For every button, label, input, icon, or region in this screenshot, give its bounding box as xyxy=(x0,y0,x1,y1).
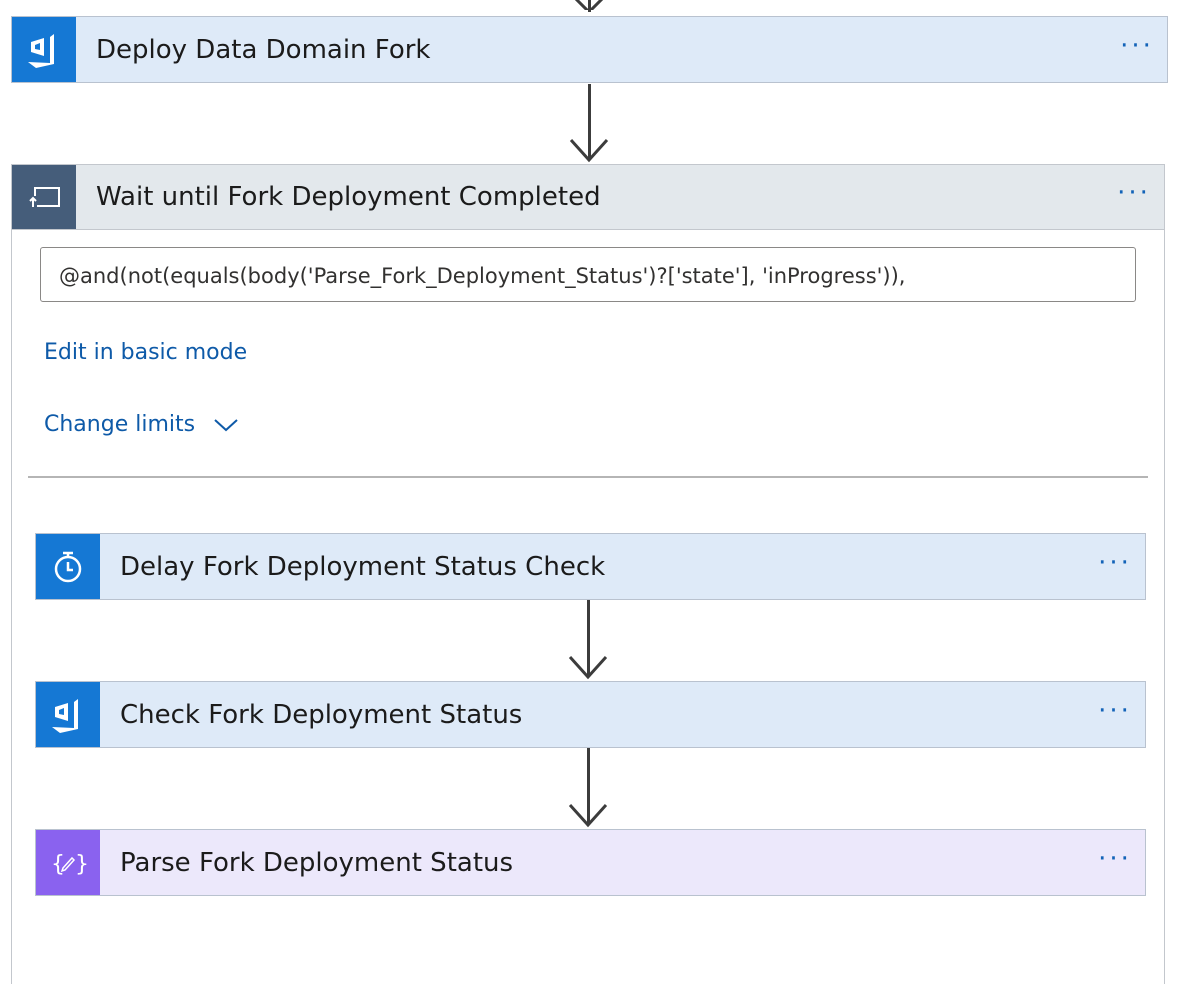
step-title: Wait until Fork Deployment Completed xyxy=(96,182,601,212)
delay-fork-deployment-status-check-step[interactable]: Delay Fork Deployment Status Check ··· xyxy=(35,533,1146,600)
divider xyxy=(28,476,1148,478)
connector-arrow xyxy=(569,0,609,16)
parse-json-icon: { } xyxy=(36,830,100,895)
more-options-button[interactable]: ··· xyxy=(1104,178,1164,216)
more-options-button[interactable]: ··· xyxy=(1085,696,1145,734)
connector-arrow xyxy=(569,84,609,164)
change-limits-label: Change limits xyxy=(44,412,196,437)
svg-text:{: { xyxy=(51,852,65,877)
step-title: Check Fork Deployment Status xyxy=(120,699,523,730)
timer-icon xyxy=(36,534,100,599)
check-fork-deployment-status-step[interactable]: Check Fork Deployment Status ··· xyxy=(35,681,1146,748)
change-limits-link[interactable]: Change limits xyxy=(44,412,239,437)
deploy-data-domain-fork-step[interactable]: Deploy Data Domain Fork ··· xyxy=(11,16,1168,83)
step-title: Parse Fork Deployment Status xyxy=(120,847,514,878)
connector-arrow xyxy=(568,748,608,829)
chevron-down-icon xyxy=(214,418,238,431)
azure-devops-icon xyxy=(12,17,76,82)
more-options-button[interactable]: ··· xyxy=(1107,31,1167,69)
svg-text:}: } xyxy=(75,852,87,877)
do-until-icon xyxy=(12,165,76,229)
more-options-button[interactable]: ··· xyxy=(1085,548,1145,586)
step-title: Deploy Data Domain Fork xyxy=(96,34,431,65)
connector-arrow xyxy=(568,600,608,681)
wait-until-step-header[interactable]: Wait until Fork Deployment Completed ··· xyxy=(11,164,1165,230)
parse-fork-deployment-status-step[interactable]: { } Parse Fork Deployment Status ··· xyxy=(35,829,1146,896)
more-options-button[interactable]: ··· xyxy=(1085,844,1145,882)
azure-devops-icon xyxy=(36,682,100,747)
condition-expression-field[interactable]: @and(not(equals(body('Parse_Fork_Deploym… xyxy=(40,247,1136,302)
edit-in-basic-mode-link[interactable]: Edit in basic mode xyxy=(44,340,247,365)
step-title: Delay Fork Deployment Status Check xyxy=(120,551,606,582)
